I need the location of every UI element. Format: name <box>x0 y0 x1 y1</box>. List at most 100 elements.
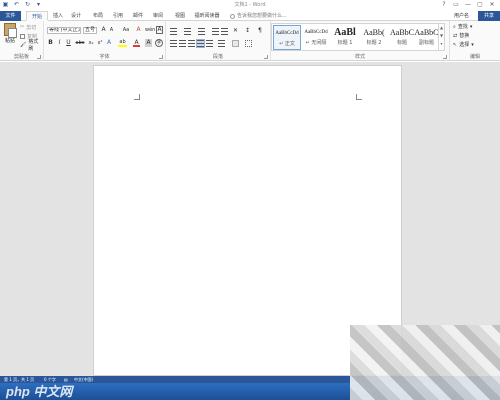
tab-home[interactable]: 开始 <box>26 11 48 21</box>
proofing-icon[interactable]: ▤ <box>64 376 68 383</box>
subscript-button[interactable]: x₂ <box>87 39 95 47</box>
tab-design[interactable]: 设计 <box>68 11 84 21</box>
numbering-icon[interactable] <box>184 28 191 35</box>
tab-mailings[interactable]: 邮件 <box>130 11 146 21</box>
underline-button[interactable]: U <box>65 39 72 47</box>
paste-button[interactable]: 粘贴 <box>2 23 18 49</box>
distributed-icon[interactable] <box>206 40 213 47</box>
close-button[interactable]: ✕ <box>486 0 498 9</box>
style-sample: AaBbCcDd <box>304 30 328 35</box>
select-button[interactable]: ↖ 选择 ▾ <box>453 41 474 49</box>
styles-launcher-icon[interactable] <box>443 55 447 59</box>
justify-icon[interactable] <box>196 39 205 48</box>
copy-icon <box>20 33 25 39</box>
style-label: 副标题 <box>418 40 434 46</box>
tab-view[interactable]: 视图 <box>172 11 188 21</box>
borders-icon[interactable] <box>245 40 252 47</box>
word-count[interactable]: 0 个字 <box>44 376 56 383</box>
ribbon-display-button[interactable]: ▭ <box>450 0 462 9</box>
editing-group-label: 编辑 <box>469 54 480 60</box>
sort-icon[interactable]: ↕ <box>245 27 252 34</box>
character-border-button[interactable]: A <box>156 26 163 34</box>
enclose-characters-button[interactable]: 字 <box>155 39 163 47</box>
style-normal[interactable]: AaBbCcDd ↵ 正文 <box>273 25 301 50</box>
align-right-icon[interactable] <box>188 40 195 47</box>
style-title[interactable]: AaBbC 标题 <box>388 25 416 50</box>
change-case-button[interactable]: Aa <box>121 26 131 34</box>
tell-me-placeholder: 告诉我您想要做什么... <box>237 13 287 19</box>
lightbulb-icon <box>230 13 235 19</box>
replace-icon: ⇄ <box>453 33 458 39</box>
language-indicator[interactable]: 中文(中国) <box>74 376 93 383</box>
minimize-button[interactable]: — <box>462 0 474 9</box>
bullets-icon[interactable] <box>170 28 177 35</box>
styles-gallery: AaBbCcDd ↵ 正文 AaBbCcDd ↵ 无间隔 AaBl 标题 1 A… <box>271 23 445 51</box>
style-sample: AaBbC <box>390 28 414 37</box>
paste-label: 粘贴 <box>4 38 15 44</box>
align-left-icon[interactable] <box>170 40 177 47</box>
tab-file[interactable]: 文件 <box>0 11 21 21</box>
page-count[interactable]: 第 1 页，共 1 页 <box>4 376 34 383</box>
gallery-scroll-arrows[interactable]: ▲ ▼ ▾ <box>438 24 444 50</box>
align-center-icon[interactable] <box>179 40 186 47</box>
phonetic-guide-button[interactable]: wén <box>145 26 155 34</box>
format-painter-button[interactable]: 🖌 格式刷 <box>20 39 43 52</box>
window-controls: ? ▭ — ▢ ✕ <box>438 0 498 9</box>
decrease-indent-icon[interactable] <box>212 28 219 35</box>
shading-icon[interactable] <box>232 40 239 47</box>
tab-review[interactable]: 审阅 <box>150 11 166 21</box>
bold-button[interactable]: B <box>47 39 54 47</box>
style-label: ↵ 无间隔 <box>305 40 327 46</box>
style-subtitle[interactable]: AaBbC 副标题 <box>414 25 439 50</box>
tab-layout[interactable]: 布局 <box>90 11 106 21</box>
style-sample: AaBbC <box>414 28 439 37</box>
ribbon-tabs: 文件 开始 插入 设计 布局 引用 邮件 审阅 视图 福昕阅读器 告诉我您想要做… <box>0 10 500 21</box>
maximize-button[interactable]: ▢ <box>474 0 486 9</box>
chevron-down-icon: ▾ <box>471 42 474 48</box>
font-size-select[interactable]: 五号 <box>83 27 97 34</box>
character-shading-button[interactable]: A <box>145 39 152 47</box>
superscript-button[interactable]: x² <box>96 39 104 47</box>
multilevel-list-icon[interactable] <box>198 28 205 35</box>
margin-corner-mark <box>134 94 140 100</box>
search-icon: ⌕ <box>453 24 456 30</box>
style-heading-2[interactable]: AaBb( 标题 2 <box>360 25 388 50</box>
cursor-icon: ↖ <box>453 42 458 48</box>
show-marks-icon[interactable]: ¶ <box>258 27 265 34</box>
line-spacing-icon[interactable] <box>218 40 225 47</box>
clipboard-launcher-icon[interactable] <box>37 55 41 59</box>
increase-indent-icon[interactable] <box>221 28 228 35</box>
grow-font-button[interactable]: A <box>100 26 107 34</box>
clipboard-group: 粘贴 ✂ 剪切 复制 🖌 格式刷 剪贴板 <box>0 21 44 61</box>
font-name-select[interactable]: 等线 (中文正文) <box>47 27 81 34</box>
tell-me-box[interactable]: 告诉我您想要做什么... <box>230 11 287 21</box>
brush-icon: 🖌 <box>20 42 27 48</box>
font-launcher-icon[interactable] <box>159 55 163 59</box>
share-button[interactable]: 共享 <box>478 11 500 21</box>
cut-button[interactable]: ✂ 剪切 <box>20 23 36 31</box>
style-sample: AaBl <box>334 27 356 38</box>
find-button[interactable]: ⌕ 查找 ▾ <box>453 23 472 31</box>
help-button[interactable]: ? <box>438 0 450 9</box>
clear-formatting-button[interactable]: A <box>135 26 142 34</box>
strikethrough-button[interactable]: abc <box>75 39 85 47</box>
scissors-icon: ✂ <box>20 24 25 30</box>
italic-button[interactable]: I <box>56 39 63 47</box>
user-name[interactable]: 用户名 <box>454 11 469 21</box>
font-group-label: 字体 <box>99 54 110 60</box>
chinese-layout-icon[interactable]: ✕ <box>233 27 240 34</box>
title-bar: ▣ ↶ ↻ ▾ 文档1 - Word ? ▭ — ▢ ✕ <box>0 0 500 10</box>
style-label: 标题 2 <box>366 40 382 46</box>
tab-references[interactable]: 引用 <box>110 11 126 21</box>
style-heading-1[interactable]: AaBl 标题 1 <box>331 25 359 50</box>
tab-insert[interactable]: 插入 <box>50 11 66 21</box>
highlight-button[interactable]: ab <box>118 39 127 47</box>
shrink-font-button[interactable]: A <box>108 26 115 34</box>
tab-foxit-reader[interactable]: 福昕阅读器 <box>192 11 222 21</box>
find-label: 查找 <box>457 24 468 30</box>
font-color-button[interactable]: A <box>133 39 140 47</box>
text-effects-icon[interactable]: A <box>106 39 112 47</box>
style-no-spacing[interactable]: AaBbCcDd ↵ 无间隔 <box>302 25 330 50</box>
paragraph-launcher-icon[interactable] <box>264 55 268 59</box>
replace-button[interactable]: ⇄ 替换 <box>453 32 469 40</box>
